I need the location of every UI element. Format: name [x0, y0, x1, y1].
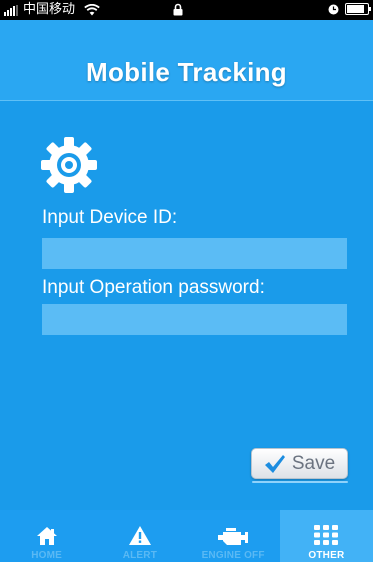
tab-alert[interactable]: ALERT [93, 510, 186, 562]
warning-icon [128, 526, 151, 545]
status-bar: 中国移动 [0, 0, 373, 20]
save-button[interactable]: Save [251, 448, 348, 479]
operation-password-input[interactable] [42, 304, 347, 335]
device-id-label: Input Device ID: [42, 207, 178, 228]
operation-password-label: Input Operation password: [42, 277, 265, 298]
gear-icon [41, 137, 97, 193]
tab-engine-off-label: ENGINE OFF [201, 550, 265, 561]
carrier-name: 中国移动 [23, 2, 76, 17]
tab-other[interactable]: OTHER [279, 510, 373, 562]
signal-strength-icon [4, 4, 18, 16]
tab-bar: HOME ALERT ENGINE OFF OTHER [0, 510, 373, 562]
save-button-highlight [252, 481, 348, 483]
tab-home-label: HOME [31, 550, 63, 561]
lock-icon [173, 3, 183, 16]
checkmark-icon [264, 454, 285, 473]
app-title: Mobile Tracking [86, 57, 287, 87]
tab-other-label: OTHER [308, 550, 345, 561]
battery-icon [345, 3, 371, 15]
tab-home[interactable]: HOME [0, 510, 93, 562]
engine-icon [218, 528, 249, 545]
home-icon [36, 527, 57, 545]
alarm-clock-icon [328, 4, 339, 14]
app-header: Mobile Tracking [0, 20, 373, 101]
wifi-icon [84, 4, 100, 16]
device-id-input[interactable] [42, 238, 347, 269]
tab-engine-off[interactable]: ENGINE OFF [187, 510, 280, 562]
save-button-label: Save [291, 452, 336, 474]
grid-icon [314, 525, 339, 545]
tab-alert-label: ALERT [122, 550, 158, 561]
